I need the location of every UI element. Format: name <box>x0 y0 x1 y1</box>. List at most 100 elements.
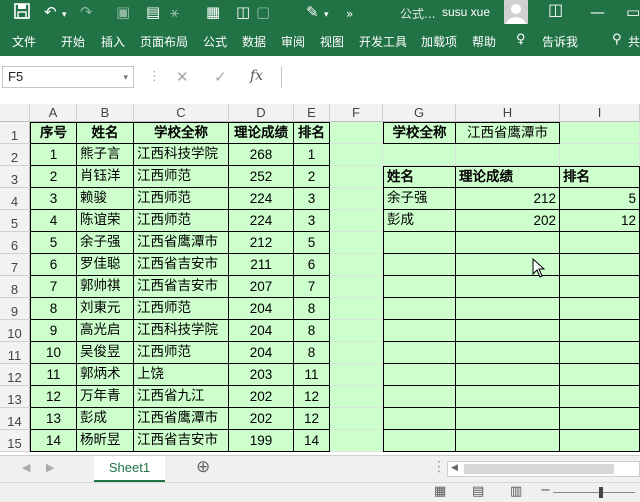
tab-add-ins[interactable]: 加载项 <box>421 33 457 50</box>
table-cell[interactable]: 陈谊荣 <box>77 210 134 232</box>
table-cell[interactable]: 13 <box>30 408 77 430</box>
maximize-icon[interactable]: ▭ <box>626 3 640 21</box>
table-cell[interactable]: 江西省吉安市 <box>134 430 229 452</box>
share-button[interactable]: 共 <box>628 33 640 50</box>
table-cell[interactable]: 江西省吉安市 <box>134 254 229 276</box>
result-empty-cell[interactable] <box>560 408 640 430</box>
table-cell[interactable]: 252 <box>229 166 294 188</box>
tab-developer[interactable]: 开发工具 <box>359 33 407 50</box>
table-cell[interactable]: 202 <box>229 386 294 408</box>
scroll-left-icon[interactable]: ◀ <box>451 463 458 473</box>
table-cell[interactable]: 赖骏 <box>77 188 134 210</box>
tab-data[interactable]: 数据 <box>242 33 266 50</box>
table-header-cell[interactable]: 学校全称 <box>134 122 229 144</box>
cell[interactable] <box>330 122 383 144</box>
minimize-icon[interactable]: — <box>590 3 605 21</box>
result-empty-cell[interactable] <box>560 232 640 254</box>
table-cell[interactable]: 3 <box>30 188 77 210</box>
table-cell[interactable]: 9 <box>30 320 77 342</box>
zoom-out-icon[interactable]: − <box>540 483 551 498</box>
result-empty-cell[interactable] <box>456 364 560 386</box>
table-cell[interactable]: 江西省吉安市 <box>134 276 229 298</box>
table-cell[interactable]: 6 <box>294 254 330 276</box>
result-empty-cell[interactable] <box>560 298 640 320</box>
table-cell[interactable]: 4 <box>30 210 77 232</box>
row-header-14[interactable]: 14 <box>0 408 30 430</box>
table-cell[interactable]: 7 <box>294 276 330 298</box>
table-header-cell[interactable]: 序号 <box>30 122 77 144</box>
table-cell[interactable]: 江西科技学院 <box>134 320 229 342</box>
table-header-cell[interactable]: 理论成绩 <box>229 122 294 144</box>
cell[interactable] <box>560 122 640 144</box>
row-header-13[interactable]: 13 <box>0 386 30 408</box>
tab-review[interactable]: 审阅 <box>281 33 305 50</box>
result-empty-cell[interactable] <box>383 408 456 430</box>
column-header-a[interactable]: A <box>30 104 77 122</box>
result-cell[interactable]: 202 <box>456 210 560 232</box>
zoom-slider[interactable] <box>553 487 635 498</box>
row-header-3[interactable]: 3 <box>0 166 30 188</box>
result-empty-cell[interactable] <box>456 342 560 364</box>
result-empty-cell[interactable] <box>560 364 640 386</box>
table-cell[interactable]: 8 <box>294 298 330 320</box>
table-cell[interactable]: 上饶 <box>134 364 229 386</box>
result-empty-cell[interactable] <box>560 386 640 408</box>
result-empty-cell[interactable] <box>456 430 560 452</box>
table-cell[interactable]: 3 <box>294 188 330 210</box>
column-header-c[interactable]: C <box>134 104 229 122</box>
table-cell[interactable]: 江西师范 <box>134 166 229 188</box>
sheet-tab[interactable]: Sheet1 <box>94 456 165 483</box>
cell[interactable] <box>330 430 383 452</box>
table-cell[interactable]: 江西省鹰潭市 <box>134 408 229 430</box>
table-cell[interactable]: 江西师范 <box>134 342 229 364</box>
table-cell[interactable]: 11 <box>294 364 330 386</box>
table-cell[interactable]: 199 <box>229 430 294 452</box>
row-header-11[interactable]: 11 <box>0 342 30 364</box>
formula-input[interactable] <box>281 66 640 88</box>
ribbon-display-icon[interactable]: ◫ <box>548 1 563 19</box>
add-sheet-icon[interactable]: ⊕ <box>196 457 210 477</box>
table-cell[interactable]: 207 <box>229 276 294 298</box>
table-cell[interactable]: 268 <box>229 144 294 166</box>
result-empty-cell[interactable] <box>456 408 560 430</box>
table-cell[interactable]: 6 <box>30 254 77 276</box>
row-header-8[interactable]: 8 <box>0 276 30 298</box>
column-header-g[interactable]: G <box>383 104 456 122</box>
more-commands-icon[interactable]: » <box>346 5 353 23</box>
column-header-i[interactable]: I <box>560 104 640 122</box>
table-cell[interactable]: 郭炳术 <box>77 364 134 386</box>
table-cell[interactable]: 10 <box>30 342 77 364</box>
result-empty-cell[interactable] <box>383 342 456 364</box>
scroll-sheets-left-icon[interactable]: ◀ <box>22 461 30 474</box>
table-cell[interactable]: 1 <box>30 144 77 166</box>
result-cell[interactable]: 5 <box>560 188 640 210</box>
row-header-12[interactable]: 12 <box>0 364 30 386</box>
name-box-dropdown-icon[interactable]: ▾ <box>123 67 128 87</box>
table-cell[interactable]: 8 <box>294 342 330 364</box>
table-cell[interactable]: 202 <box>229 408 294 430</box>
result-empty-cell[interactable] <box>560 430 640 452</box>
table-cell[interactable]: 12 <box>294 386 330 408</box>
cell[interactable] <box>330 386 383 408</box>
table-cell[interactable]: 肖钰洋 <box>77 166 134 188</box>
tab-help[interactable]: 帮助 <box>472 33 496 50</box>
tell-me-search[interactable]: 告诉我 <box>542 33 578 50</box>
undo-dropdown-icon[interactable]: ▾ <box>62 6 67 24</box>
save-icon[interactable] <box>14 3 30 23</box>
cell[interactable] <box>330 144 383 166</box>
scroll-sheets-right-icon[interactable]: ▶ <box>46 461 54 474</box>
table-cell[interactable]: 2 <box>294 166 330 188</box>
table-cell[interactable]: 江西科技学院 <box>134 144 229 166</box>
table-cell[interactable]: 8 <box>30 298 77 320</box>
result-empty-cell[interactable] <box>383 298 456 320</box>
result-header-cell[interactable]: 姓名 <box>383 166 456 188</box>
table-cell[interactable]: 14 <box>294 430 330 452</box>
table-cell[interactable]: 刘東元 <box>77 298 134 320</box>
result-cell[interactable]: 212 <box>456 188 560 210</box>
table-header-cell[interactable]: 排名 <box>294 122 330 144</box>
shapes-icon[interactable]: ⚹ <box>170 3 179 21</box>
table-cell[interactable]: 224 <box>229 188 294 210</box>
avatar[interactable] <box>504 0 528 24</box>
share-icon[interactable]: ⚲ <box>612 32 622 47</box>
insert-function-icon[interactable]: fx <box>250 68 263 84</box>
